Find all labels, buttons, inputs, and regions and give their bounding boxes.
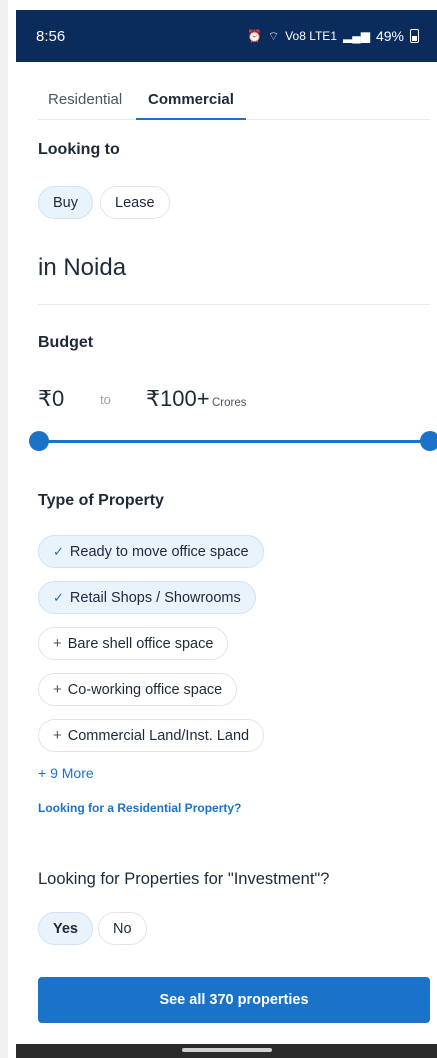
plus-icon: + [53, 681, 62, 698]
more-property-types-link[interactable]: + 9 More [38, 765, 94, 781]
alarm-icon: ⏰ [246, 29, 262, 43]
battery-percent: 49% [375, 28, 404, 44]
investment-yes-button[interactable]: Yes [38, 912, 93, 945]
looking-to-label: Looking to [38, 141, 120, 158]
property-type-option-label: Co-working office space [67, 681, 223, 698]
cta-label: See all 370 properties [159, 992, 309, 1008]
property-type-option[interactable]: + Co-working office space [38, 673, 238, 706]
see-all-properties-button[interactable]: See all 370 properties [38, 977, 430, 1023]
looking-to-lease-button[interactable]: Lease [100, 186, 170, 219]
budget-min-value: ₹0 [38, 386, 65, 411]
wifi-icon: ⌔ [267, 28, 280, 43]
investment-question: Looking for Properties for "Investment"? [38, 870, 330, 888]
active-tab-indicator [136, 118, 246, 120]
home-gesture-handle[interactable] [182, 1048, 272, 1052]
investment-no-label: No [113, 920, 132, 937]
status-time: 8:56 [36, 27, 66, 45]
property-category-tabs: Residential Commercial [38, 88, 430, 120]
budget-max-value: ₹100+ [146, 386, 210, 411]
property-type-option-label: Commercial Land/Inst. Land [67, 727, 250, 744]
budget-to-label: to [100, 392, 111, 407]
budget-slider-min-handle[interactable] [29, 431, 49, 451]
signal-icon: ▂▄▆ [343, 29, 370, 43]
buy-label: Buy [53, 194, 78, 211]
battery-icon [410, 29, 419, 43]
plus-icon: + [53, 727, 62, 744]
property-type-option-label: Retail Shops / Showrooms [69, 589, 241, 606]
budget-unit: Crores [212, 397, 247, 409]
location-title[interactable]: in Noida [38, 254, 126, 282]
check-icon: ✓ [53, 543, 64, 559]
budget-range-readout: ₹0 to ₹100+ Crores [38, 386, 428, 416]
status-right: ⏰ ⌔ Vo8 LTE1 ▂▄▆ 49% [247, 28, 419, 44]
property-type-option-label: Ready to move office space [69, 543, 249, 560]
lease-label: Lease [115, 194, 155, 211]
plus-icon: + [53, 635, 62, 652]
network-label: Vo8 LTE1 [285, 29, 337, 43]
tab-residential[interactable]: Residential [48, 88, 122, 120]
property-type-option[interactable]: + Commercial Land/Inst. Land [38, 719, 265, 752]
property-type-label: Type of Property [38, 492, 164, 509]
budget-slider-track[interactable] [38, 440, 430, 443]
property-type-option[interactable]: ✓ Ready to move office space [38, 535, 264, 568]
investment-yes-label: Yes [53, 920, 78, 937]
status-bar: 8:56 ⏰ ⌔ Vo8 LTE1 ▂▄▆ 49% [16, 10, 437, 62]
looking-to-buy-button[interactable]: Buy [38, 186, 93, 219]
property-type-option[interactable]: ✓ Retail Shops / Showrooms [38, 581, 256, 614]
section-divider [38, 304, 430, 305]
investment-no-button[interactable]: No [98, 912, 147, 945]
residential-property-link[interactable]: Looking for a Residential Property? [38, 801, 241, 815]
budget-label: Budget [38, 334, 94, 351]
property-type-option[interactable]: + Bare shell office space [38, 627, 229, 660]
tab-commercial[interactable]: Commercial [148, 88, 234, 120]
screen: 8:56 ⏰ ⌔ Vo8 LTE1 ▂▄▆ 49% Residential Co… [0, 0, 437, 1058]
property-type-option-label: Bare shell office space [67, 635, 214, 652]
check-icon: ✓ [53, 589, 64, 605]
budget-slider-max-handle[interactable] [420, 431, 437, 451]
system-navigation-bar [16, 1044, 437, 1058]
